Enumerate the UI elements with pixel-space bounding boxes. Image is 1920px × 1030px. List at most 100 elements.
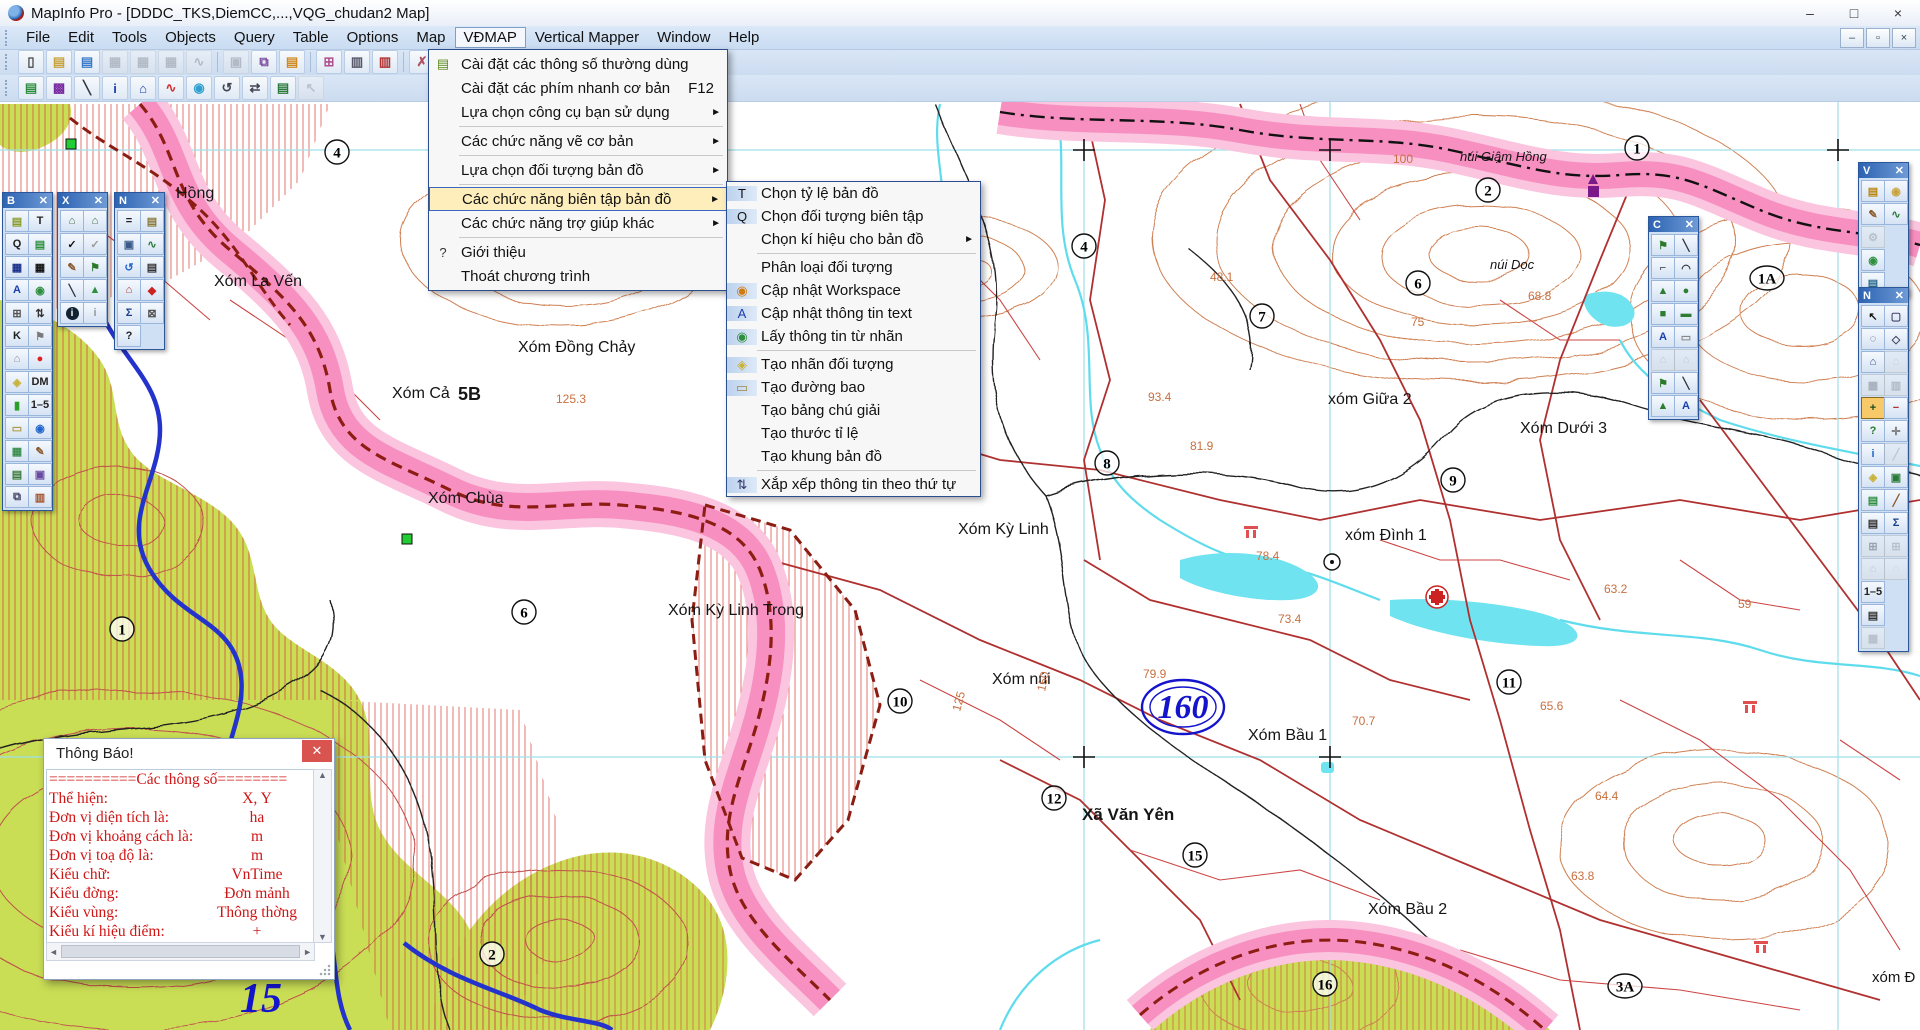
apply-alt-icon[interactable]: ✓ (83, 233, 107, 255)
print-icon[interactable]: ▥ (344, 50, 370, 74)
frame-tool-icon[interactable]: ▭ (1674, 326, 1698, 348)
mdi-close-icon[interactable]: × (1892, 28, 1916, 48)
menu-vđmap[interactable]: VĐMAP (455, 27, 526, 48)
dm-icon[interactable]: DM (28, 371, 52, 393)
menu-item-giới-thiệu[interactable]: ?Giới thiệu (429, 240, 727, 264)
paste-icon[interactable]: ▥ (28, 486, 52, 508)
tools-icon[interactable]: ⊠ (140, 302, 164, 324)
label-tool-icon[interactable]: ◈ (1861, 466, 1885, 488)
line-node-icon[interactable]: ╲ (60, 279, 84, 301)
flag-icon[interactable]: ⚑ (28, 325, 52, 347)
menu-item-các-chức-năng-vẽ-cơ-bản[interactable]: Các chức năng vẽ cơ bản► (429, 129, 727, 153)
submenu-item-phân-loại-đối-tượng[interactable]: Phân loại đối tượng (727, 256, 980, 279)
vm-legend-icon[interactable]: ▩ (46, 76, 72, 100)
polyline-tool-icon[interactable]: ⌐ (1651, 257, 1675, 279)
equals-icon[interactable]: = (117, 210, 141, 232)
district-icon[interactable]: ⊞ (1861, 535, 1885, 557)
help-icon[interactable]: ? (117, 325, 141, 347)
arc-tool-icon[interactable]: ◠ (1674, 257, 1698, 279)
info-gray-icon[interactable]: i (83, 302, 107, 324)
region-info-icon[interactable]: ⌂ (117, 279, 141, 301)
workspace-icon[interactable]: ▤ (5, 210, 29, 232)
add-node-icon[interactable]: ⌂ (1674, 349, 1698, 371)
ellipse-tool-icon[interactable]: ● (1674, 280, 1698, 302)
palette-title-bar[interactable]: N✕ (1859, 288, 1908, 303)
ruler-gray-icon[interactable]: ╱ (1884, 443, 1908, 465)
apply-icon[interactable]: ✓ (60, 233, 84, 255)
boundary-gray-icon[interactable]: ⌂ (1884, 351, 1908, 373)
browser-icon[interactable]: ▤ (1861, 512, 1885, 534)
submenu-item-tạo-đường-bao[interactable]: ▭Tạo đường bao (727, 376, 980, 399)
submenu-item-tạo-thước-tỉ-lệ[interactable]: Tạo thước tỉ lệ (727, 422, 980, 445)
table-add-icon[interactable]: ▦ (1861, 627, 1885, 649)
menu-help[interactable]: Help (719, 27, 768, 48)
dialog-title-bar[interactable]: Thông Báo! ✕ (44, 739, 334, 767)
map-edit-icon[interactable]: ✎ (1861, 203, 1885, 225)
close-icon[interactable]: ✕ (39, 194, 48, 207)
symbol-style-icon[interactable]: ⚑ (1651, 372, 1675, 394)
minimize-icon[interactable]: – (1788, 1, 1832, 26)
horizontal-scrollbar[interactable]: ◄ ► (46, 942, 315, 961)
refresh-icon[interactable]: ↺ (117, 256, 141, 278)
line-tool-icon[interactable]: ╲ (1674, 234, 1698, 256)
palette-title-bar[interactable]: V✕ (1859, 163, 1908, 178)
info-tool-icon[interactable]: ? (1861, 420, 1885, 442)
new-icon[interactable]: ▯ (18, 50, 44, 74)
submenu-item-cập-nhật-workspace[interactable]: ◉Cập nhật Workspace (727, 279, 980, 302)
vm-region-info-icon[interactable]: ⌂ (130, 76, 156, 100)
open-dbms-icon[interactable]: ▦ (102, 50, 128, 74)
menu-options[interactable]: Options (338, 27, 408, 48)
reshape-icon[interactable]: ⌂ (1651, 349, 1675, 371)
vm-layers-icon[interactable]: ▤ (18, 76, 44, 100)
open-grid-icon[interactable]: ▤ (1861, 180, 1885, 202)
close-icon[interactable]: ✕ (302, 740, 332, 762)
submenu-item-chọn-tỷ-lệ-bản-đồ[interactable]: TChọn tỷ lệ bản đồ (727, 182, 980, 205)
raster-blue-icon[interactable]: ▦ (5, 256, 29, 278)
open-web-icon[interactable]: ▤ (74, 50, 100, 74)
close-icon[interactable]: ✕ (1685, 218, 1694, 231)
scroll-right-icon[interactable]: ► (303, 947, 312, 957)
edit-icon[interactable]: ✎ (60, 256, 84, 278)
menu-query[interactable]: Query (225, 27, 284, 48)
settings-icon[interactable]: ⚙ (1861, 226, 1885, 248)
palette-title-bar[interactable]: C✕ (1649, 217, 1698, 232)
submenu-item-tạo-khung-bản-đồ[interactable]: Tạo khung bản đồ (727, 445, 980, 468)
sigma-icon[interactable]: Σ (117, 302, 141, 324)
maximize-icon[interactable]: □ (1832, 1, 1876, 26)
close-all-icon[interactable]: ▦ (158, 50, 184, 74)
menu-item-lựa-chọn-đối-tượng-bản-đồ[interactable]: Lựa chọn đối tượng bản đồ► (429, 158, 727, 182)
menu-edit[interactable]: Edit (59, 27, 103, 48)
menu-objects[interactable]: Objects (156, 27, 225, 48)
rectangle-tool-icon[interactable]: ■ (1651, 303, 1675, 325)
layers-icon[interactable]: ▤ (28, 233, 52, 255)
link-icon[interactable]: ∿ (186, 50, 212, 74)
submenu-item-cập-nhật-thông-tin-text[interactable]: ACập nhật thông tin text (727, 302, 980, 325)
list-icon[interactable]: ▤ (140, 256, 164, 278)
info-filled-icon[interactable]: i (60, 302, 84, 324)
scroll-down-icon[interactable]: ▼ (318, 932, 327, 942)
reshape-icon[interactable]: ⌂ (60, 210, 84, 232)
vm-grid-icon[interactable]: ▤ (270, 76, 296, 100)
invert-selection-icon[interactable]: ▩ (1861, 374, 1885, 396)
pin-icon[interactable]: ⚑ (83, 256, 107, 278)
resize-grip-icon[interactable] (319, 964, 331, 976)
text-tool-icon[interactable]: A (1651, 326, 1675, 348)
submenu-item-xắp-xếp-thông-tin-theo-thứ-tự[interactable]: ⇅Xắp xếp thông tin theo thứ tự (727, 473, 980, 496)
close-icon[interactable]: × (1876, 1, 1920, 26)
scroll-left-icon[interactable]: ◄ (49, 947, 58, 957)
merge-icon[interactable]: ⊞ (5, 302, 29, 324)
ruler-icon[interactable]: ╱ (1884, 489, 1908, 511)
submenu-item-tạo-bảng-chú-giải[interactable]: Tạo bảng chú giải (727, 399, 980, 422)
submenu-item-tạo-nhãn-đối-tượng[interactable]: ◈Tạo nhãn đối tượng (727, 353, 980, 376)
line-style-icon[interactable]: ╲ (1674, 372, 1698, 394)
info-icon[interactable]: i (1861, 443, 1885, 465)
new-browser-icon[interactable]: ▤ (1861, 604, 1885, 626)
point-red-icon[interactable]: ● (28, 348, 52, 370)
menu-item-lựa-chọn-công-cụ-bạn-sử-dụng[interactable]: Lựa chọn công cụ bạn sử dụng► (429, 100, 727, 124)
vm-rainbow-icon[interactable]: ◉ (186, 76, 212, 100)
add-node-icon[interactable]: ⌂ (83, 210, 107, 232)
close-icon[interactable]: ✕ (94, 194, 103, 207)
vm-arrow-icon[interactable]: ⇄ (242, 76, 268, 100)
globe-label-icon[interactable]: ◉ (28, 279, 52, 301)
district-alt-icon[interactable]: ⊞ (1884, 535, 1908, 557)
